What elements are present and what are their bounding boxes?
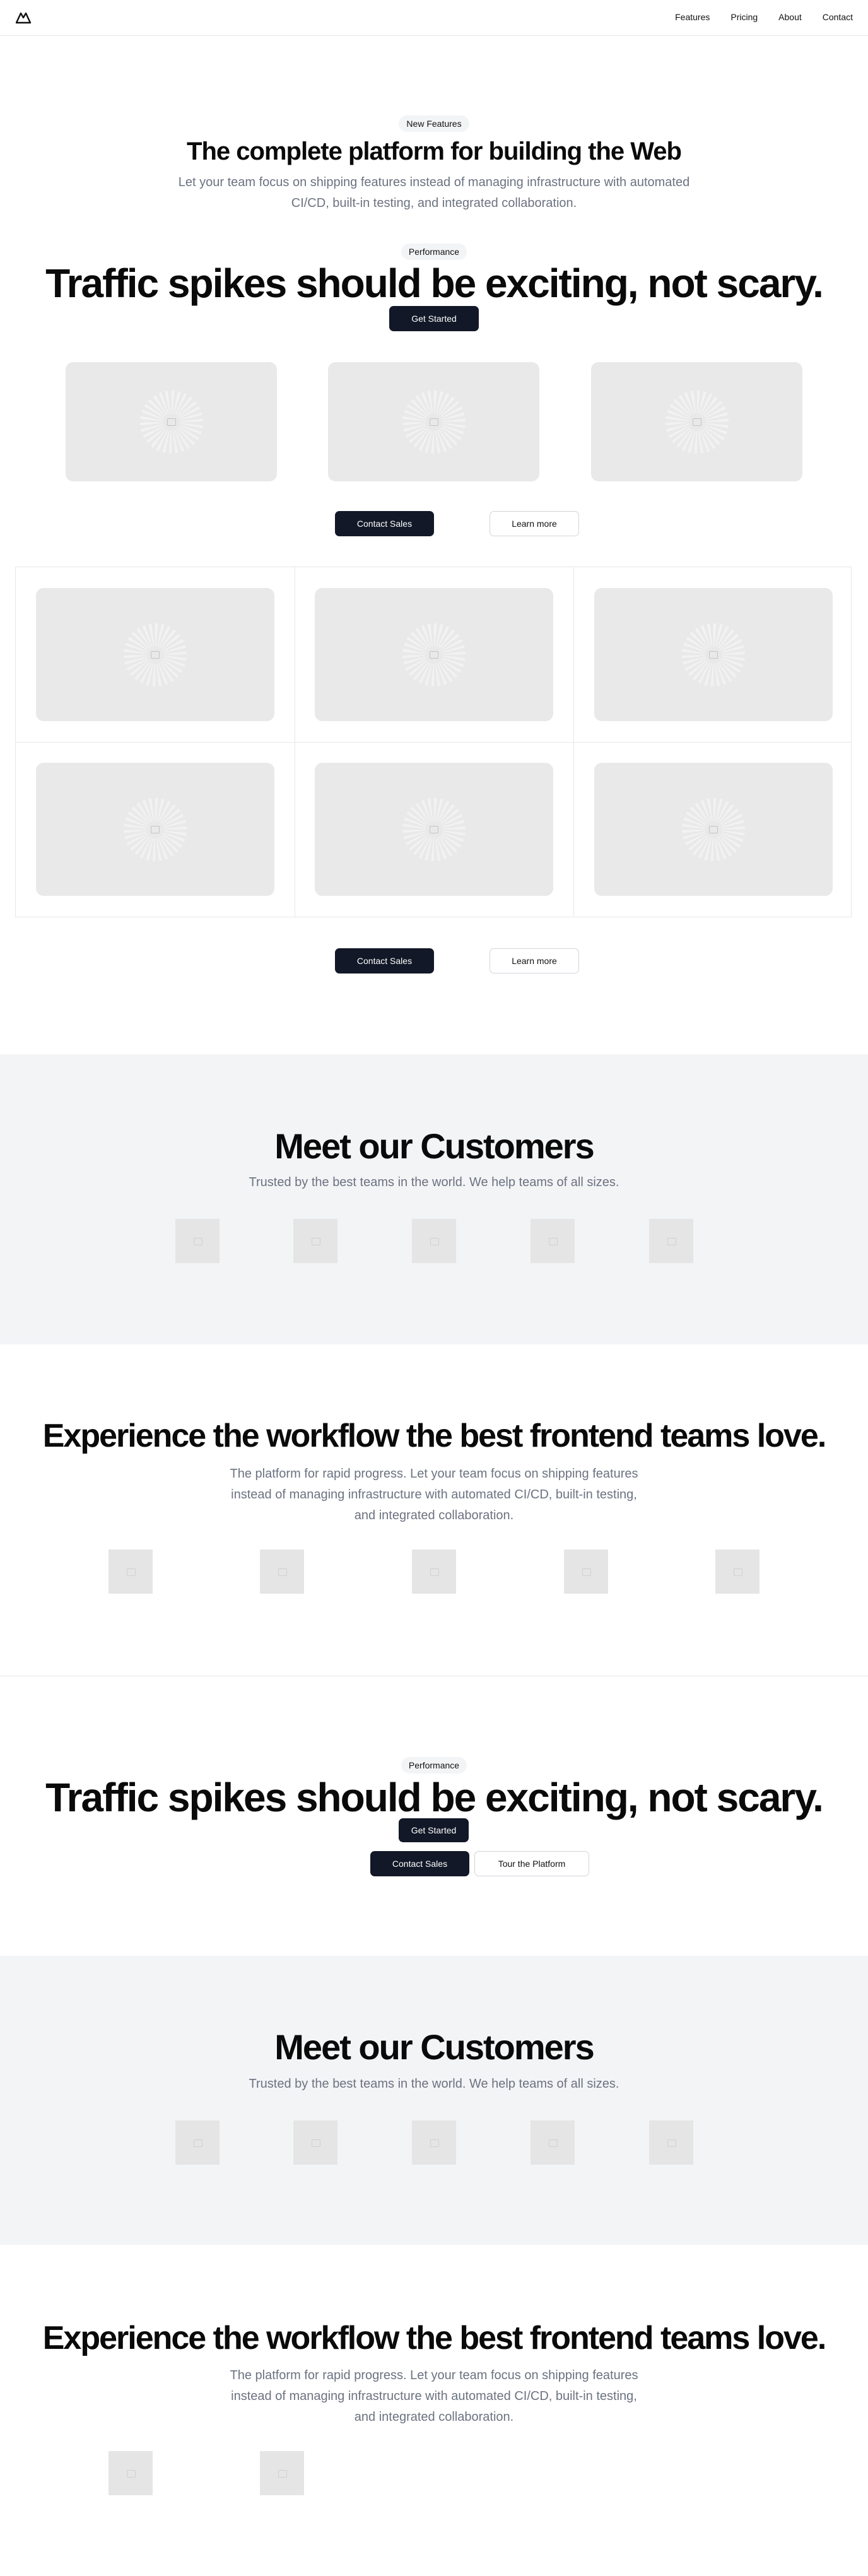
contact-sales-button[interactable]: Contact Sales — [370, 1851, 469, 1876]
learn-more-button[interactable]: Learn more — [490, 948, 579, 973]
customer-logo — [649, 2120, 693, 2165]
customers-title: Meet our Customers — [274, 2027, 594, 2067]
image-placeholder — [66, 362, 277, 481]
customers-section — [0, 1054, 868, 1344]
nav-features[interactable]: Features — [675, 12, 710, 22]
workflow-logo — [108, 2451, 153, 2495]
platform-title: The complete platform for building the W… — [187, 138, 682, 165]
main-nav: Features Pricing About Contact — [654, 12, 853, 22]
workflow-title: Experience the workflow the best fronten… — [42, 2320, 827, 2356]
new-features-wrap: New Features — [0, 115, 868, 132]
platform-subtitle-1: Let your team focus on shipping features… — [178, 175, 690, 189]
customer-logo — [531, 2120, 575, 2165]
workflow-logo — [412, 1550, 456, 1594]
customer-logo — [649, 1219, 693, 1263]
grid-divider — [16, 742, 851, 743]
image-placeholder — [594, 588, 833, 721]
image-icon — [430, 825, 438, 833]
workflow-line-2: instead of managing infrastructure with … — [231, 1488, 637, 1502]
customers-title: Meet our Customers — [274, 1126, 594, 1166]
nav-contact[interactable]: Contact — [823, 12, 853, 22]
learn-more-button[interactable]: Learn more — [490, 511, 579, 536]
workflow-logo — [108, 1550, 153, 1594]
image-placeholder — [36, 763, 274, 896]
customers-subtitle: Trusted by the best teams in the world. … — [249, 1175, 619, 1189]
image-icon — [709, 825, 718, 833]
workflow-line-1: The platform for rapid progress. Let you… — [230, 2368, 638, 2382]
image-icon — [151, 650, 160, 659]
traffic-title-2: Traffic spikes should be exciting, not s… — [45, 1775, 824, 1820]
customer-logo — [293, 2120, 337, 2165]
performance-badge: Performance — [401, 244, 467, 260]
image-icon — [692, 418, 701, 426]
get-started-button[interactable]: Get Started — [399, 1818, 469, 1842]
image-icon — [151, 825, 160, 833]
customers-subtitle: Trusted by the best teams in the world. … — [249, 2077, 619, 2091]
performance-badge: Performance — [401, 1757, 467, 1773]
tour-platform-button[interactable]: Tour the Platform — [474, 1851, 589, 1876]
image-placeholder — [315, 763, 553, 896]
workflow-line-2: instead of managing infrastructure with … — [231, 2389, 637, 2403]
image-icon — [167, 418, 176, 426]
workflow-logo — [564, 1550, 608, 1594]
workflow-title: Experience the workflow the best fronten… — [42, 1418, 827, 1454]
workflow-line-3: and integrated collaboration. — [354, 1509, 514, 1522]
workflow-line-3: and integrated collaboration. — [354, 2410, 514, 2424]
image-placeholder — [594, 763, 833, 896]
image-placeholder — [315, 588, 553, 721]
workflow-logo — [260, 2451, 304, 2495]
nav-about[interactable]: About — [778, 12, 802, 22]
customer-logo — [175, 2120, 220, 2165]
image-icon — [430, 650, 438, 659]
logo-icon[interactable] — [15, 10, 32, 25]
get-started-button[interactable]: Get Started — [389, 306, 479, 331]
customer-logo — [293, 1219, 337, 1263]
nav-pricing[interactable]: Pricing — [730, 12, 758, 22]
customer-logo — [531, 1219, 575, 1263]
image-icon — [709, 650, 718, 659]
site-header: Features Pricing About Contact — [0, 0, 868, 36]
contact-sales-button[interactable]: Contact Sales — [335, 511, 434, 536]
workflow-logo — [715, 1550, 760, 1594]
workflow-logo — [260, 1550, 304, 1594]
workflow-line-1: The platform for rapid progress. Let you… — [230, 1467, 638, 1481]
customers-section-2 — [0, 1956, 868, 2245]
customer-logo — [412, 1219, 456, 1263]
customer-logo — [175, 1219, 220, 1263]
platform-subtitle-2: CI/CD, built-in testing, and integrated … — [291, 196, 577, 210]
image-icon — [429, 418, 438, 426]
customer-logo — [412, 2120, 456, 2165]
image-placeholder — [36, 588, 274, 721]
new-features-badge: New Features — [399, 115, 469, 132]
traffic-title: Traffic spikes should be exciting, not s… — [45, 261, 824, 306]
image-placeholder — [328, 362, 539, 481]
image-placeholder — [591, 362, 802, 481]
performance-badge-wrap: Performance — [0, 244, 868, 260]
contact-sales-button[interactable]: Contact Sales — [335, 948, 434, 973]
performance-badge-wrap-2: Performance — [0, 1757, 868, 1773]
